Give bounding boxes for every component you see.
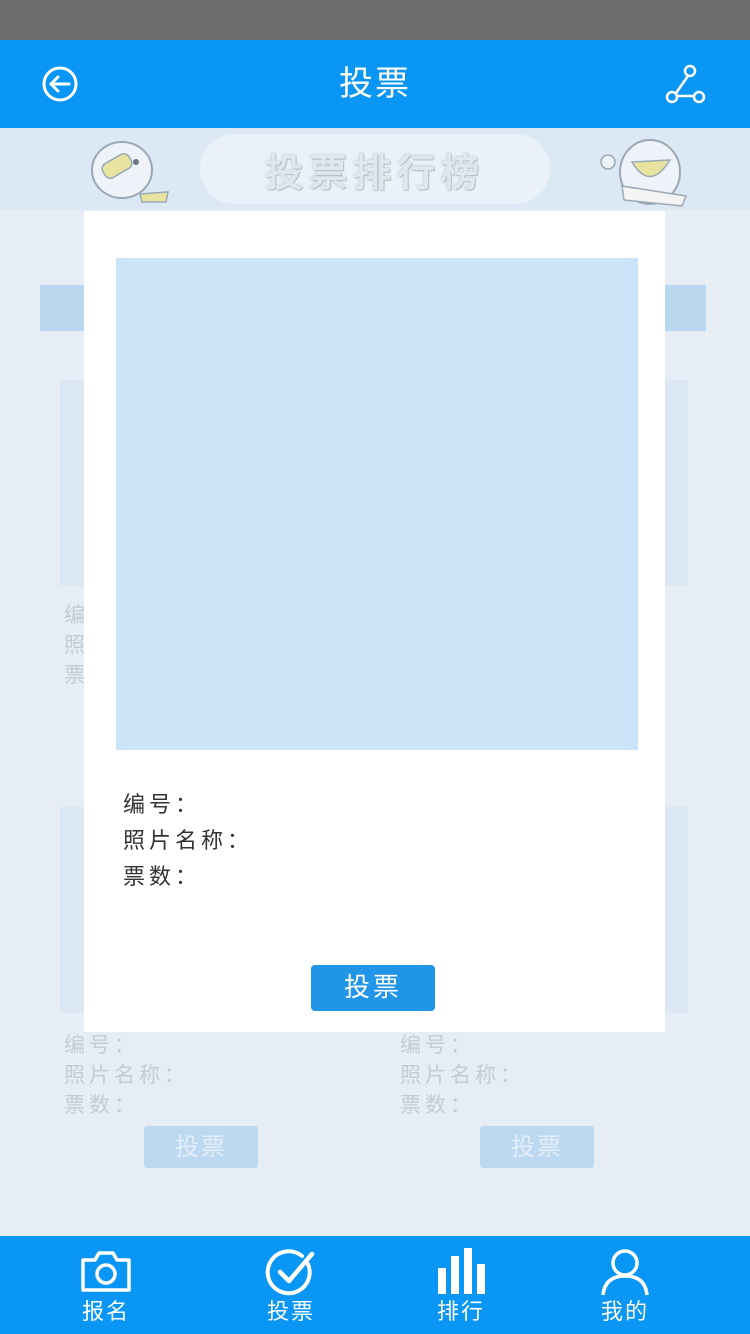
bottom-nav: 报名 投票 排行 我的 bbox=[0, 1236, 750, 1334]
background-name-label: 照片名称： bbox=[64, 1063, 189, 1087]
background-votes-label: 票数： bbox=[400, 1093, 475, 1117]
top-navbar: 投票 bbox=[0, 40, 750, 128]
background-id-label: 编号： bbox=[400, 1033, 475, 1057]
ranking-banner: 投票排行榜 bbox=[0, 128, 750, 210]
nav-item-ranking[interactable]: 排行 bbox=[411, 1236, 511, 1334]
vote-modal: 编号： 照片名称： 票数： 投票 bbox=[84, 211, 665, 1032]
page-title: 投票 bbox=[339, 64, 411, 104]
bar-chart-icon bbox=[438, 1248, 485, 1294]
background-vote-button[interactable]: 投票 bbox=[144, 1126, 258, 1168]
check-circle-icon bbox=[265, 1249, 315, 1296]
background-votes-label: 票数： bbox=[64, 1093, 139, 1117]
vote-button[interactable]: 投票 bbox=[311, 965, 435, 1011]
nav-label-register: 报名 bbox=[81, 1300, 130, 1325]
photo-info: 编号： 照片名称： 票数： bbox=[123, 788, 253, 896]
photo-votes-label: 票数： bbox=[123, 865, 202, 890]
photo-name-label: 照片名称： bbox=[123, 829, 254, 854]
mascot-right-icon bbox=[600, 139, 688, 207]
status-bar bbox=[0, 0, 750, 40]
background-vote-button[interactable]: 投票 bbox=[480, 1126, 594, 1168]
background-name-label: 照片名称： bbox=[400, 1063, 525, 1087]
camera-icon bbox=[81, 1251, 131, 1292]
background-card-info: 编号： 照片名称： 票数： bbox=[64, 1030, 189, 1120]
photo-placeholder bbox=[116, 258, 638, 750]
nav-label-ranking: 排行 bbox=[436, 1300, 485, 1325]
photo-id-label: 编号： bbox=[123, 793, 202, 818]
nav-label-mine: 我的 bbox=[600, 1300, 649, 1325]
nav-item-register[interactable]: 报名 bbox=[56, 1236, 156, 1334]
share-button[interactable] bbox=[662, 62, 708, 108]
nav-label-vote: 投票 bbox=[266, 1300, 315, 1325]
nav-item-vote[interactable]: 投票 bbox=[241, 1236, 341, 1334]
background-id-label: 编号： bbox=[64, 1033, 139, 1057]
user-icon bbox=[601, 1249, 649, 1296]
background-card-info: 编号： 照片名称： 票数： bbox=[400, 1030, 525, 1120]
share-icon bbox=[665, 64, 706, 104]
nav-item-mine[interactable]: 我的 bbox=[575, 1236, 675, 1334]
